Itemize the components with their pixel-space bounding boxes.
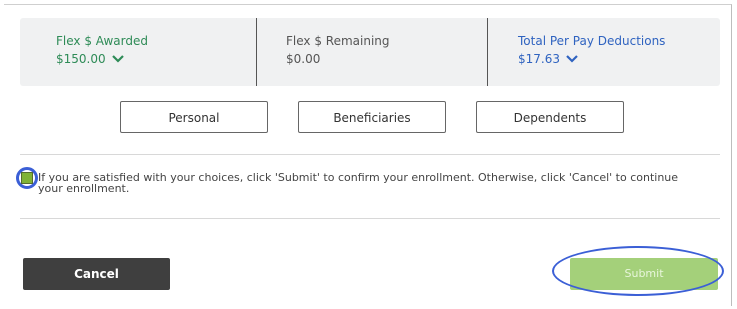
flex-awarded-value-toggle[interactable]: $150.00	[56, 52, 124, 66]
flex-remaining-cell: Flex $ Remaining $0.00	[286, 18, 486, 86]
flex-summary-bar: Flex $ Awarded $150.00 Flex $ Remaining …	[20, 18, 720, 86]
dependents-button[interactable]: Dependents	[476, 101, 624, 133]
per-pay-label: Total Per Pay Deductions	[518, 34, 666, 48]
flex-awarded-cell: Flex $ Awarded $150.00	[56, 18, 256, 86]
summary-divider	[487, 18, 488, 86]
section-divider	[20, 154, 720, 155]
personal-button[interactable]: Personal	[120, 101, 268, 133]
chevron-down-icon	[566, 55, 578, 63]
beneficiaries-button[interactable]: Beneficiaries	[298, 101, 446, 133]
checkbox-box	[21, 172, 33, 184]
highlight-ring	[552, 246, 724, 296]
flex-remaining-value: $0.00	[286, 52, 321, 66]
summary-divider	[256, 18, 257, 86]
per-pay-value: $17.63	[518, 52, 560, 66]
per-pay-cell: Total Per Pay Deductions $17.63	[518, 18, 718, 86]
per-pay-value-toggle[interactable]: $17.63	[518, 52, 578, 66]
cancel-button[interactable]: Cancel	[23, 258, 170, 290]
flex-remaining-label: Flex $ Remaining	[286, 34, 390, 48]
chevron-down-icon	[111, 55, 124, 63]
section-divider	[20, 218, 720, 219]
flex-awarded-value: $150.00	[56, 52, 106, 66]
confirm-message: If you are satisfied with your choices, …	[38, 171, 679, 195]
flex-awarded-label: Flex $ Awarded	[56, 34, 149, 48]
